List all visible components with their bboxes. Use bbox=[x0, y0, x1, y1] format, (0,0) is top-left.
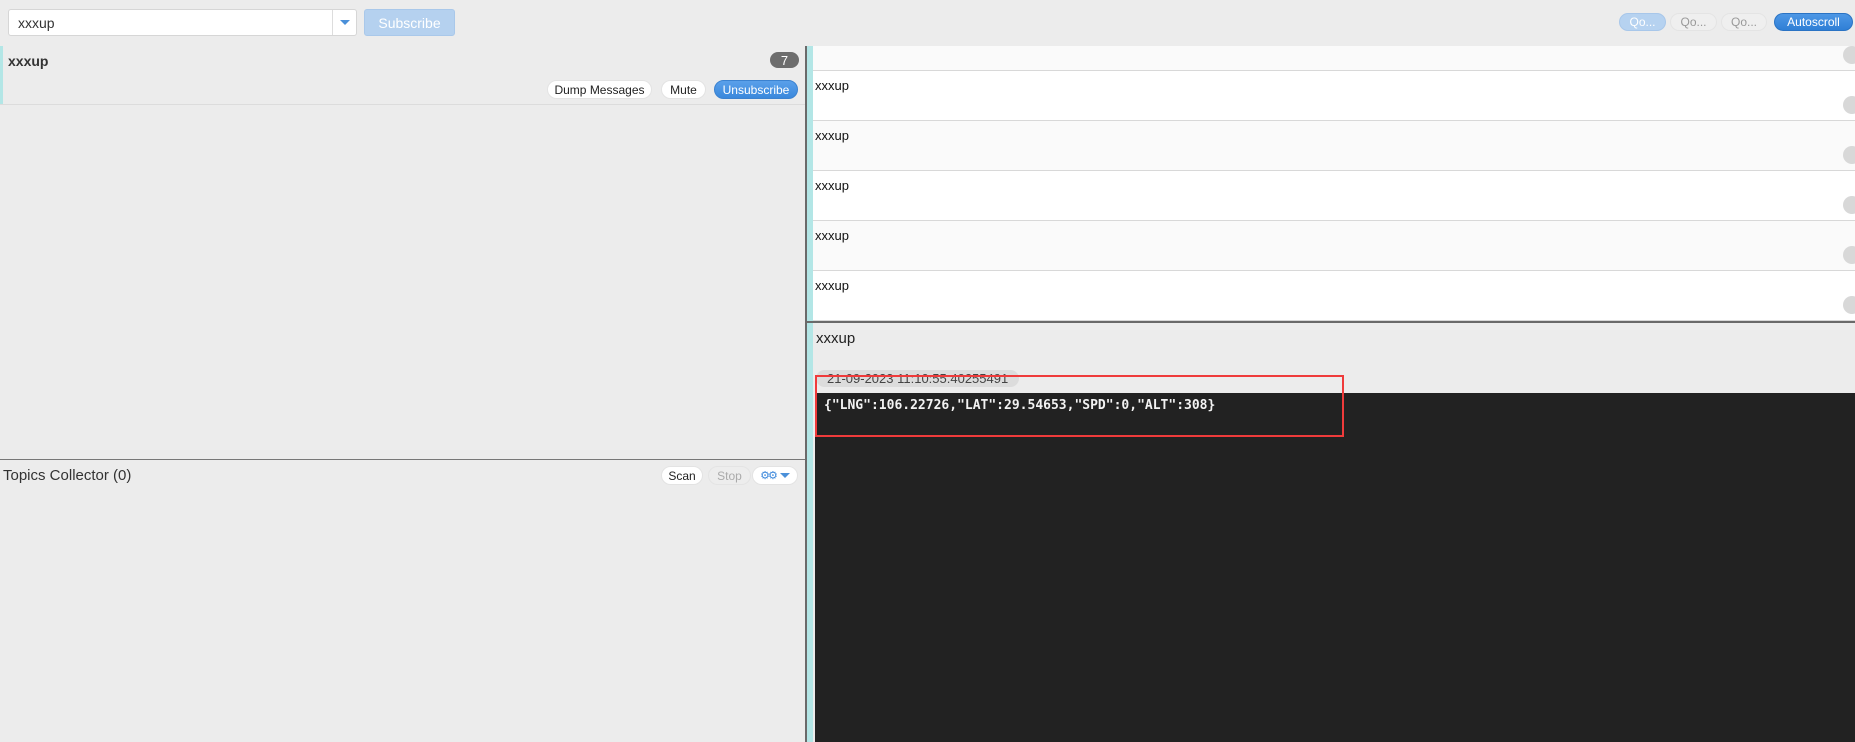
message-indicator-icon bbox=[1843, 246, 1855, 264]
stop-button[interactable]: Stop bbox=[708, 466, 751, 485]
message-item[interactable]: xxxup bbox=[813, 221, 1855, 271]
message-topic: xxxup bbox=[815, 278, 849, 293]
payload-text: {"LNG":106.22726,"LAT":29.54653,"SPD":0,… bbox=[824, 398, 1216, 413]
message-list[interactable]: xxxup xxxup xxxup xxxup xxxup bbox=[813, 46, 1855, 323]
message-item[interactable]: xxxup bbox=[813, 171, 1855, 221]
message-indicator-icon bbox=[1843, 296, 1855, 314]
subscribe-button[interactable]: Subscribe bbox=[364, 9, 455, 36]
detail-topic: xxxup bbox=[816, 330, 856, 347]
subscription-item[interactable]: xxxup 7 Dump Messages Mute Unsubscribe bbox=[0, 46, 805, 105]
message-topic: xxxup bbox=[815, 78, 849, 93]
message-indicator-icon bbox=[1843, 46, 1855, 64]
topic-input[interactable] bbox=[9, 10, 332, 35]
message-count-badge: 7 bbox=[770, 52, 799, 68]
message-detail: xxxup 21-09-2023 11:10:55.40255491 {"LNG… bbox=[813, 323, 1855, 742]
mute-button[interactable]: Mute bbox=[661, 80, 706, 99]
qos-1-button[interactable]: Qo... bbox=[1670, 13, 1717, 31]
message-topic: xxxup bbox=[815, 228, 849, 243]
chevron-down-icon bbox=[779, 473, 790, 478]
scan-button[interactable]: Scan bbox=[661, 466, 703, 485]
message-indicator-icon bbox=[1843, 146, 1855, 164]
message-item[interactable] bbox=[813, 46, 1855, 71]
message-timestamp: 21-09-2023 11:10:55.40255491 bbox=[816, 370, 1020, 387]
payload-viewer[interactable]: {"LNG":106.22726,"LAT":29.54653,"SPD":0,… bbox=[815, 393, 1855, 742]
message-indicator-icon bbox=[1843, 196, 1855, 214]
subscription-topic: xxxup bbox=[8, 53, 49, 69]
message-item[interactable]: xxxup bbox=[813, 121, 1855, 171]
qos-0-button[interactable]: Qo... bbox=[1619, 13, 1666, 31]
message-topic: xxxup bbox=[815, 128, 849, 143]
topic-dropdown-button[interactable] bbox=[332, 10, 356, 35]
topics-collector-title: Topics Collector (0) bbox=[3, 467, 132, 484]
subscription-color-stripe bbox=[0, 46, 3, 104]
message-item[interactable]: xxxup bbox=[813, 71, 1855, 121]
autoscroll-button[interactable]: Autoscroll bbox=[1774, 13, 1853, 31]
toolbar: Subscribe Qo... Qo... Qo... Autoscroll bbox=[0, 0, 1855, 46]
collector-settings-button[interactable]: ⚙⚙ bbox=[752, 466, 798, 485]
qos-2-button[interactable]: Qo... bbox=[1721, 13, 1767, 31]
message-item[interactable]: xxxup bbox=[813, 271, 1855, 321]
subscriptions-panel: xxxup 7 Dump Messages Mute Unsubscribe T… bbox=[0, 46, 805, 742]
message-indicator-icon bbox=[1843, 96, 1855, 114]
dump-messages-button[interactable]: Dump Messages bbox=[547, 80, 652, 99]
gears-icon: ⚙⚙ bbox=[760, 470, 778, 482]
panel-divider[interactable] bbox=[0, 459, 805, 460]
chevron-down-icon bbox=[339, 20, 350, 25]
topic-combobox[interactable] bbox=[8, 9, 357, 36]
unsubscribe-button[interactable]: Unsubscribe bbox=[714, 80, 798, 99]
message-topic: xxxup bbox=[815, 178, 849, 193]
